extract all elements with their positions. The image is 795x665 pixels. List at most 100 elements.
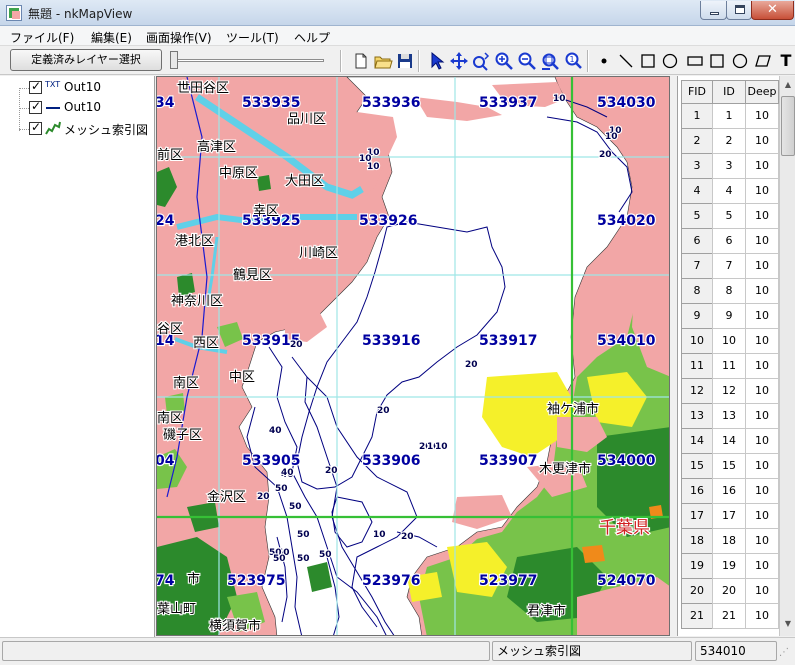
- table-cell-id[interactable]: 15: [712, 454, 746, 479]
- menu-file[interactable]: ファイル(F): [10, 29, 74, 46]
- table-cell-fid[interactable]: 6: [681, 229, 713, 254]
- scroll-up-icon[interactable]: ▲: [781, 77, 795, 93]
- table-cell-id[interactable]: 6: [712, 229, 746, 254]
- table-cell-id[interactable]: 17: [712, 504, 746, 529]
- draw-ellipse-button[interactable]: [730, 51, 750, 71]
- table-cell-id[interactable]: 16: [712, 479, 746, 504]
- layer-select-button[interactable]: 定義済みレイヤー選択: [10, 49, 162, 71]
- table-cell-fid[interactable]: 5: [681, 204, 713, 229]
- table-cell-fid[interactable]: 4: [681, 179, 713, 204]
- menu-tools[interactable]: ツール(T): [226, 29, 279, 46]
- table-cell-id[interactable]: 14: [712, 429, 746, 454]
- maximize-button[interactable]: [726, 1, 752, 20]
- table-cell-fid[interactable]: 11: [681, 354, 713, 379]
- table-cell-fid[interactable]: 8: [681, 279, 713, 304]
- table-cell-deep[interactable]: 10: [745, 504, 779, 529]
- scroll-thumb[interactable]: [781, 96, 795, 156]
- table-cell-id[interactable]: 3: [712, 154, 746, 179]
- table-cell-id[interactable]: 10: [712, 329, 746, 354]
- table-cell-id[interactable]: 7: [712, 254, 746, 279]
- table-cell-fid[interactable]: 9: [681, 304, 713, 329]
- resize-grip-icon[interactable]: ⋰: [779, 646, 793, 660]
- table-cell-deep[interactable]: 10: [745, 429, 779, 454]
- draw-line-button[interactable]: [616, 51, 636, 71]
- menu-edit[interactable]: 編集(E): [91, 29, 132, 46]
- draw-square-button[interactable]: [707, 51, 727, 71]
- table-cell-id[interactable]: 11: [712, 354, 746, 379]
- table-cell-id[interactable]: 2: [712, 129, 746, 154]
- minimize-button[interactable]: [700, 1, 727, 20]
- table-cell-deep[interactable]: 10: [745, 479, 779, 504]
- draw-polygon-button[interactable]: [753, 51, 773, 71]
- table-cell-fid[interactable]: 7: [681, 254, 713, 279]
- zoom-extent-button[interactable]: [540, 51, 560, 71]
- table-cell-deep[interactable]: 10: [745, 154, 779, 179]
- zoom-in-button[interactable]: [494, 51, 514, 71]
- table-cell-fid[interactable]: 15: [681, 454, 713, 479]
- menu-view[interactable]: 画面操作(V): [146, 29, 212, 46]
- table-cell-fid[interactable]: 12: [681, 379, 713, 404]
- table-cell-fid[interactable]: 2: [681, 129, 713, 154]
- draw-point-button[interactable]: [594, 51, 614, 71]
- map-svg[interactable]: 533935 533936 533937 534030533925 533926 5340…: [157, 77, 670, 636]
- title-bar[interactable]: 無題 - nkMapView ✕: [0, 0, 795, 26]
- table-cell-id[interactable]: 12: [712, 379, 746, 404]
- table-cell-fid[interactable]: 20: [681, 579, 713, 604]
- zoom-previous-button[interactable]: 1: [563, 51, 583, 71]
- table-cell-id[interactable]: 21: [712, 604, 746, 629]
- table-cell-deep[interactable]: 10: [745, 604, 779, 629]
- table-cell-id[interactable]: 4: [712, 179, 746, 204]
- table-cell-deep[interactable]: 10: [745, 204, 779, 229]
- open-button[interactable]: [373, 51, 393, 71]
- draw-rectangle-button[interactable]: [638, 51, 658, 71]
- table-cell-fid[interactable]: 19: [681, 554, 713, 579]
- new-file-button[interactable]: [351, 51, 371, 71]
- table-cell-fid[interactable]: 3: [681, 154, 713, 179]
- table-cell-fid[interactable]: 16: [681, 479, 713, 504]
- table-cell-fid[interactable]: 10: [681, 329, 713, 354]
- layer-visibility-checkbox[interactable]: [29, 79, 42, 94]
- table-cell-fid[interactable]: 18: [681, 529, 713, 554]
- table-cell-deep[interactable]: 10: [745, 104, 779, 129]
- pointer-tool-button[interactable]: [426, 51, 446, 71]
- draw-circle-button[interactable]: [660, 51, 680, 71]
- table-cell-deep[interactable]: 10: [745, 554, 779, 579]
- column-header-deep[interactable]: Deep: [745, 80, 779, 104]
- table-cell-deep[interactable]: 10: [745, 379, 779, 404]
- slider-thumb[interactable]: [170, 51, 178, 69]
- table-cell-fid[interactable]: 17: [681, 504, 713, 529]
- pan-tool-button[interactable]: [449, 51, 469, 71]
- table-cell-fid[interactable]: 21: [681, 604, 713, 629]
- draw-round-rect-button[interactable]: [685, 51, 705, 71]
- zoom-pan-button[interactable]: [471, 51, 491, 71]
- transparency-slider[interactable]: [170, 51, 330, 71]
- table-cell-deep[interactable]: 10: [745, 579, 779, 604]
- table-cell-id[interactable]: 9: [712, 304, 746, 329]
- table-cell-id[interactable]: 5: [712, 204, 746, 229]
- table-cell-deep[interactable]: 10: [745, 404, 779, 429]
- column-header-fid[interactable]: FID: [681, 80, 713, 104]
- table-cell-id[interactable]: 1: [712, 104, 746, 129]
- table-cell-deep[interactable]: 10: [745, 229, 779, 254]
- table-cell-id[interactable]: 20: [712, 579, 746, 604]
- table-cell-deep[interactable]: 10: [745, 454, 779, 479]
- map-canvas[interactable]: 533935 533936 533937 534030 533925 533926 5340…: [156, 76, 670, 636]
- table-cell-deep[interactable]: 10: [745, 129, 779, 154]
- column-header-id[interactable]: ID: [712, 80, 746, 104]
- table-cell-id[interactable]: 18: [712, 529, 746, 554]
- save-button[interactable]: [395, 51, 415, 71]
- table-cell-fid[interactable]: 1: [681, 104, 713, 129]
- table-cell-deep[interactable]: 10: [745, 354, 779, 379]
- draw-text-button[interactable]: T: [776, 51, 795, 71]
- layer-visibility-checkbox[interactable]: [29, 120, 42, 135]
- table-vertical-scrollbar[interactable]: ▲ ▼: [779, 76, 795, 636]
- table-cell-id[interactable]: 13: [712, 404, 746, 429]
- table-cell-deep[interactable]: 10: [745, 279, 779, 304]
- table-cell-id[interactable]: 8: [712, 279, 746, 304]
- table-cell-id[interactable]: 19: [712, 554, 746, 579]
- menu-help[interactable]: ヘルプ: [294, 29, 330, 46]
- zoom-out-button[interactable]: [517, 51, 537, 71]
- table-cell-deep[interactable]: 10: [745, 179, 779, 204]
- scroll-down-icon[interactable]: ▼: [781, 616, 795, 632]
- table-cell-deep[interactable]: 10: [745, 329, 779, 354]
